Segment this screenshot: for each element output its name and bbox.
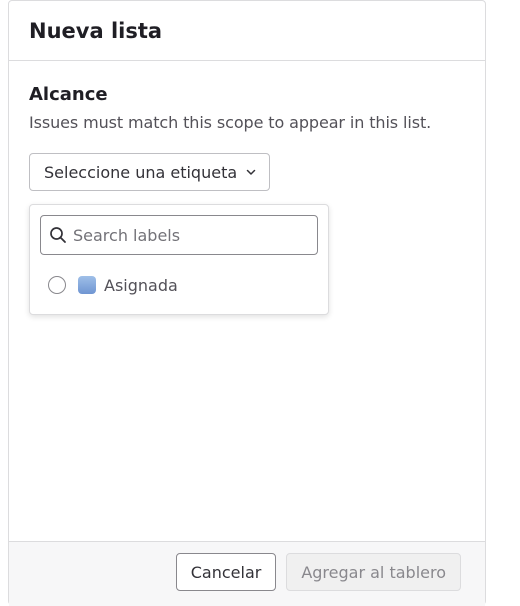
chevron-down-icon [246,169,256,175]
panel-header: Nueva lista [9,1,485,61]
cancel-button[interactable]: Cancelar [175,553,277,591]
search-labels-input[interactable] [73,225,303,245]
add-to-board-button[interactable]: Agregar al tablero [286,553,461,591]
label-color-swatch [78,276,96,294]
scope-description: Issues must match this scope to appear i… [29,113,432,132]
label-option-name: Asignada [104,275,178,295]
search-icon [50,227,66,243]
label-dropdown-menu: Asignada [29,204,329,315]
panel-body: Alcance Issues must match this scope to … [9,61,485,315]
label-select-value: Seleccione una etiqueta [44,162,238,182]
panel-footer: Cancelar Agregar al tablero [9,541,485,606]
new-list-panel: Nueva lista Alcance Issues must match th… [8,0,486,606]
label-select-dropdown[interactable]: Seleccione una etiqueta [29,153,271,191]
label-radio[interactable] [48,276,66,294]
search-box[interactable] [40,215,318,255]
scope-title: Alcance [29,84,108,105]
panel-title: Nueva lista [29,18,163,43]
label-option-asignada[interactable]: Asignada [48,273,178,297]
